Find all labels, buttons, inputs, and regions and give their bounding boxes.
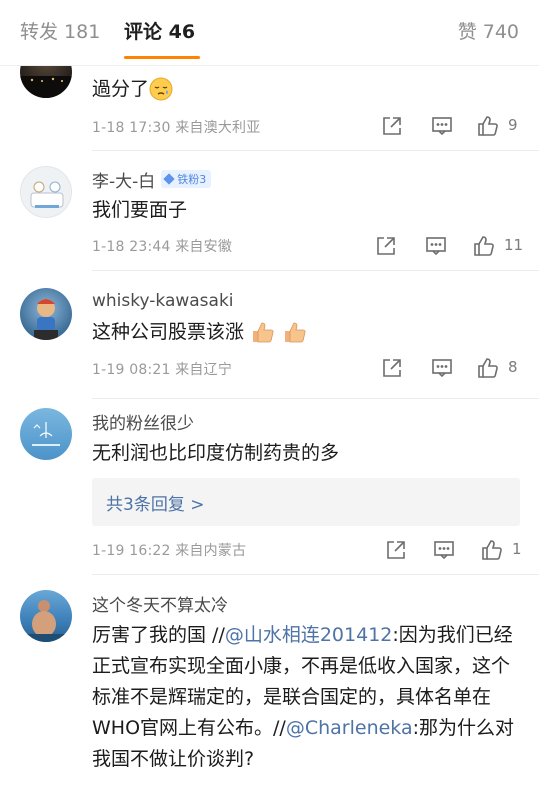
comment-icon[interactable] <box>424 234 448 258</box>
comment-text: 厉害了我的国 //@山水相连201412:因为我们已经正式宣布实现全面小康，不再… <box>92 624 515 770</box>
share-icon[interactable] <box>374 234 398 258</box>
comment-actions: 11 <box>374 234 530 260</box>
share-icon[interactable] <box>380 114 404 138</box>
like-icon[interactable] <box>480 538 504 562</box>
username[interactable]: 李-大-白 <box>92 167 155 192</box>
like-count: 8 <box>508 358 518 376</box>
comment-time: 1-19 16:22 <box>92 543 171 559</box>
comment-meta: 1-18 23:44 来自安徽 <box>92 236 232 256</box>
share-icon[interactable] <box>384 538 408 562</box>
comment-source: 来自内蒙古 <box>175 543 247 559</box>
view-replies-link[interactable]: 共3条回复 > <box>106 490 204 515</box>
like-count: 11 <box>504 236 524 254</box>
comment-tabs: 转发 181 评论 46 赞 740 <box>0 0 539 66</box>
comment-time: 1-19 08:21 <box>92 362 171 378</box>
replies-box[interactable]: 共3条回复 > <box>92 478 520 526</box>
comment-source: 来自安徽 <box>175 239 233 255</box>
comment-meta: 1-19 08:21 来自辽宁 <box>92 359 232 379</box>
diamond-icon <box>163 173 175 185</box>
username[interactable]: 我的粉丝很少 <box>92 409 194 434</box>
comment-meta: 1-18 17:30 来自澳大利亚 <box>92 117 260 137</box>
comment-text: 这种公司股票该涨 <box>92 317 517 354</box>
like-icon[interactable] <box>476 114 500 138</box>
like-count: 1 <box>512 540 522 558</box>
comment-source: 来自澳大利亚 <box>175 120 261 136</box>
comment-item: 李-大-白 铁粉3 我们要面子 1-18 23:44 来自安徽 11 <box>0 150 539 271</box>
fan-badge: 铁粉3 <box>161 170 212 188</box>
comment-icon[interactable] <box>430 356 454 380</box>
avatar[interactable] <box>20 166 72 218</box>
comment-actions: 1 <box>384 538 530 564</box>
comment-time: 1-18 17:30 <box>92 120 171 136</box>
username[interactable]: 这个冬天不算太冷 <box>92 591 228 616</box>
comment-actions: 8 <box>380 356 530 382</box>
thumbs-up-emoji <box>282 320 308 354</box>
mention-link[interactable]: @Charleneka <box>286 717 413 739</box>
comment-meta: 1-19 16:22 来自内蒙古 <box>92 540 246 560</box>
like-icon[interactable] <box>476 356 500 380</box>
comment-item: 我的粉丝很少 无利润也比印度仿制药贵的多 共3条回复 > 1-19 16:22 … <box>0 398 539 575</box>
thumbs-up-emoji <box>250 320 276 354</box>
mention-link[interactable]: @山水相连201412 <box>225 624 393 646</box>
tab-comments[interactable]: 评论 46 <box>124 18 195 46</box>
tab-reposts[interactable]: 转发 181 <box>20 18 100 46</box>
comment-item: 这个冬天不算太冷 厉害了我的国 //@山水相连201412:因为我们已经正式宣布… <box>0 574 539 800</box>
comment-actions: 9 <box>380 114 530 140</box>
username[interactable]: whisky-kawasaki <box>92 291 234 311</box>
sleepy-face-emoji <box>149 77 173 111</box>
comment-icon[interactable] <box>430 114 454 138</box>
like-count: 9 <box>508 116 518 134</box>
comment-source: 来自辽宁 <box>175 362 233 378</box>
comment-time: 1-18 23:44 <box>92 239 171 255</box>
share-icon[interactable] <box>380 356 404 380</box>
comment-icon[interactable] <box>432 538 456 562</box>
comment-item: whisky-kawasaki 这种公司股票该涨 1-19 08:21 来自辽宁… <box>0 270 539 399</box>
avatar[interactable] <box>20 590 72 642</box>
avatar[interactable] <box>20 288 72 340</box>
avatar[interactable] <box>20 408 72 460</box>
like-icon[interactable] <box>472 234 496 258</box>
active-tab-indicator <box>124 56 200 59</box>
tab-likes[interactable]: 赞 740 <box>458 18 519 46</box>
comment-text: 无利润也比印度仿制药贵的多 <box>92 442 340 464</box>
comment-text: 過分了 <box>92 74 517 111</box>
comment-text: 我们要面子 <box>92 199 188 221</box>
